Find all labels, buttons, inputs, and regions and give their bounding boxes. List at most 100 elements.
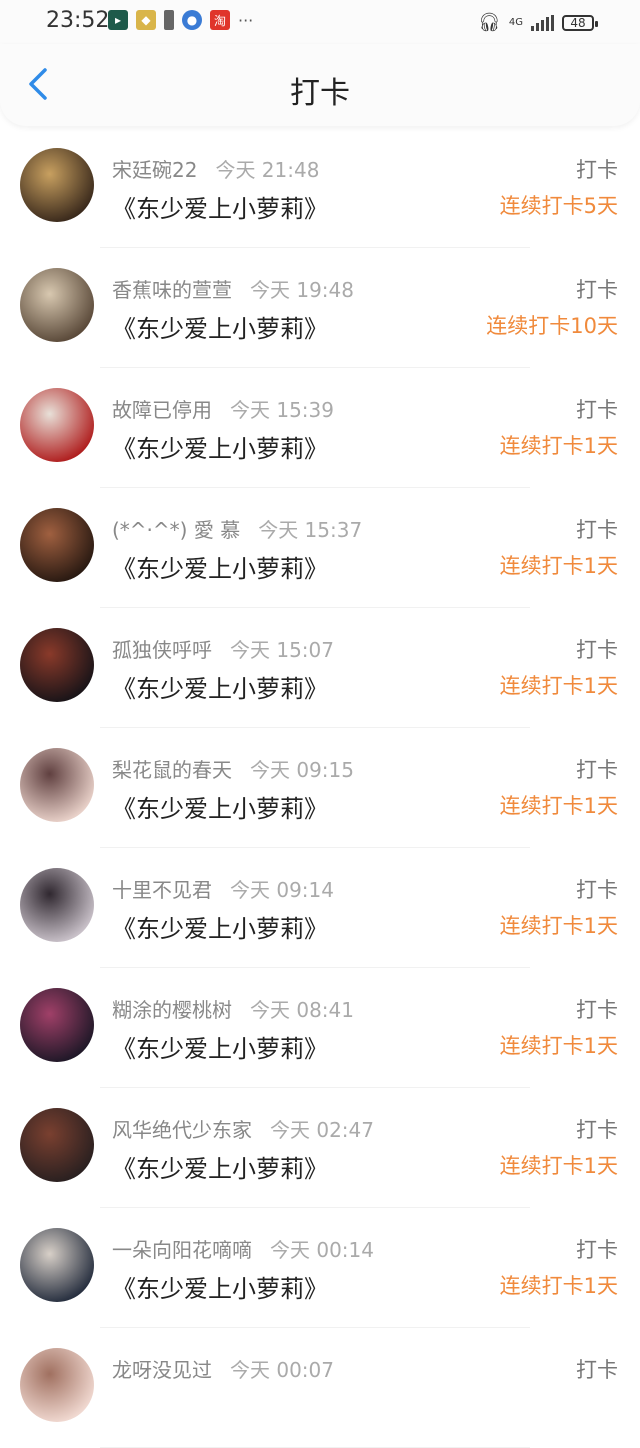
- checkin-item[interactable]: 宋廷碗22 今天 21:48 《东少爱上小萝莉》 打卡 连续打卡5天: [0, 128, 640, 248]
- streak-label: 连续打卡1天: [499, 914, 618, 938]
- battery-level: 48: [570, 15, 586, 30]
- user-avatar[interactable]: [20, 388, 94, 462]
- user-avatar[interactable]: [20, 148, 94, 222]
- user-name[interactable]: 孤独侠呼呼: [112, 638, 212, 662]
- checkin-time: 今天 09:15: [250, 758, 354, 782]
- checkin-item[interactable]: 龙呀没见过 今天 00:07 打卡: [0, 1328, 640, 1448]
- book-title[interactable]: 《东少爱上小萝莉》: [112, 309, 328, 344]
- checkin-list[interactable]: 宋廷碗22 今天 21:48 《东少爱上小萝莉》 打卡 连续打卡5天 香蕉味的萱萱…: [0, 128, 640, 1448]
- checkin-action-label: 打卡: [576, 278, 618, 302]
- user-avatar[interactable]: [20, 268, 94, 342]
- user-meta: 香蕉味的萱萱 今天 19:48: [112, 274, 354, 303]
- browser-icon: ●: [182, 10, 202, 30]
- user-name[interactable]: 十里不见君: [112, 878, 212, 902]
- book-title[interactable]: 《东少爱上小萝莉》: [112, 669, 328, 704]
- book-title[interactable]: 《东少爱上小萝莉》: [112, 789, 328, 824]
- checkin-time: 今天 15:37: [258, 518, 363, 542]
- user-name[interactable]: 故障已停用: [112, 398, 212, 422]
- more-notifications-icon: ···: [238, 10, 254, 30]
- user-name[interactable]: 梨花鼠的春天: [112, 758, 232, 782]
- checkin-action-label: 打卡: [576, 758, 618, 782]
- user-meta: 龙呀没见过 今天 00:07: [112, 1354, 334, 1383]
- streak-label: 连续打卡1天: [499, 794, 618, 818]
- checkin-item[interactable]: 梨花鼠的春天 今天 09:15 《东少爱上小萝莉》 打卡 连续打卡1天: [0, 728, 640, 848]
- checkin-time: 今天 15:07: [230, 638, 334, 662]
- user-avatar[interactable]: [20, 1348, 94, 1422]
- streak-label: 连续打卡1天: [499, 674, 618, 698]
- checkin-action-label: 打卡: [576, 878, 618, 902]
- checkin-action-label: 打卡: [576, 518, 618, 542]
- streak-label: 连续打卡1天: [499, 554, 618, 578]
- user-meta: 风华绝代少东家 今天 02:47: [112, 1114, 374, 1143]
- user-avatar[interactable]: [20, 628, 94, 702]
- checkin-item[interactable]: 十里不见君 今天 09:14 《东少爱上小萝莉》 打卡 连续打卡1天: [0, 848, 640, 968]
- user-name[interactable]: 一朵向阳花嘀嘀: [112, 1238, 252, 1262]
- checkin-item[interactable]: 糊涂的樱桃树 今天 08:41 《东少爱上小萝莉》 打卡 连续打卡1天: [0, 968, 640, 1088]
- user-avatar[interactable]: [20, 508, 94, 582]
- book-title[interactable]: 《东少爱上小萝莉》: [112, 909, 328, 944]
- network-type: 4G: [508, 17, 523, 28]
- user-avatar[interactable]: [20, 748, 94, 822]
- user-name[interactable]: 糊涂的樱桃树: [112, 998, 232, 1022]
- checkin-action-label: 打卡: [576, 1118, 618, 1142]
- user-name[interactable]: (*^·^*) 愛 慕: [112, 518, 240, 542]
- clock: 23:52: [46, 8, 110, 33]
- checkin-time: 今天 02:47: [270, 1118, 374, 1142]
- page-title: 打卡: [290, 76, 350, 111]
- user-meta: 孤独侠呼呼 今天 15:07: [112, 634, 334, 663]
- checkin-item[interactable]: 风华绝代少东家 今天 02:47 《东少爱上小萝莉》 打卡 连续打卡1天: [0, 1088, 640, 1208]
- user-avatar[interactable]: [20, 868, 94, 942]
- book-title[interactable]: 《东少爱上小萝莉》: [112, 189, 328, 224]
- checkin-action-label: 打卡: [576, 1238, 618, 1262]
- streak-label: 连续打卡1天: [499, 1154, 618, 1178]
- streak-label: 连续打卡5天: [499, 194, 618, 218]
- headphone-icon: 🎧︎: [478, 12, 501, 33]
- checkin-item[interactable]: 香蕉味的萱萱 今天 19:48 《东少爱上小萝莉》 打卡 连续打卡10天: [0, 248, 640, 368]
- user-avatar[interactable]: [20, 988, 94, 1062]
- checkin-action-label: 打卡: [576, 1358, 618, 1382]
- checkin-action-label: 打卡: [576, 638, 618, 662]
- app-notification-icon: ▸: [108, 10, 128, 30]
- checkin-time: 今天 09:14: [230, 878, 334, 902]
- user-name[interactable]: 香蕉味的萱萱: [112, 278, 232, 302]
- user-avatar[interactable]: [20, 1108, 94, 1182]
- status-bar: 23:52 ▸ ◆ ● 淘 ··· 🎧︎ 4G 48: [0, 0, 640, 44]
- game-notification-icon: ◆: [136, 10, 156, 30]
- user-name[interactable]: 宋廷碗22: [112, 158, 197, 182]
- user-meta: 十里不见君 今天 09:14: [112, 874, 334, 903]
- streak-label: 连续打卡1天: [499, 1274, 618, 1298]
- book-title[interactable]: 《东少爱上小萝莉》: [112, 549, 328, 584]
- user-meta: 一朵向阳花嘀嘀 今天 00:14: [112, 1234, 374, 1263]
- user-avatar[interactable]: [20, 1228, 94, 1302]
- user-meta: 梨花鼠的春天 今天 09:15: [112, 754, 354, 783]
- user-meta: 糊涂的樱桃树 今天 08:41: [112, 994, 354, 1023]
- checkin-action-label: 打卡: [576, 398, 618, 422]
- checkin-time: 今天 21:48: [215, 158, 320, 182]
- signal-icon: [531, 14, 554, 31]
- battery-icon: 48: [562, 14, 598, 31]
- checkin-item[interactable]: 孤独侠呼呼 今天 15:07 《东少爱上小萝莉》 打卡 连续打卡1天: [0, 608, 640, 728]
- taobao-icon: 淘: [210, 10, 230, 30]
- checkin-time: 今天 00:07: [230, 1358, 334, 1382]
- notification-icons: ▸ ◆ ● 淘 ···: [108, 10, 253, 30]
- checkin-time: 今天 15:39: [230, 398, 334, 422]
- checkin-time: 今天 08:41: [250, 998, 354, 1022]
- user-meta: 故障已停用 今天 15:39: [112, 394, 334, 423]
- user-name[interactable]: 风华绝代少东家: [112, 1118, 252, 1142]
- book-title[interactable]: 《东少爱上小萝莉》: [112, 1149, 328, 1184]
- book-title[interactable]: 《东少爱上小萝莉》: [112, 1269, 328, 1304]
- checkin-time: 今天 19:48: [250, 278, 354, 302]
- user-meta: (*^·^*) 愛 慕今天 15:37: [112, 514, 362, 543]
- streak-label: 连续打卡1天: [499, 1034, 618, 1058]
- book-title[interactable]: 《东少爱上小萝莉》: [112, 1029, 328, 1064]
- checkin-item[interactable]: 一朵向阳花嘀嘀 今天 00:14 《东少爱上小萝莉》 打卡 连续打卡1天: [0, 1208, 640, 1328]
- streak-label: 连续打卡10天: [486, 314, 618, 338]
- user-meta: 宋廷碗22 今天 21:48: [112, 154, 319, 183]
- checkin-item[interactable]: (*^·^*) 愛 慕今天 15:37 《东少爱上小萝莉》 打卡 连续打卡1天: [0, 488, 640, 608]
- streak-label: 连续打卡1天: [499, 434, 618, 458]
- checkin-action-label: 打卡: [576, 998, 618, 1022]
- book-title[interactable]: 《东少爱上小萝莉》: [112, 429, 328, 464]
- checkin-item[interactable]: 故障已停用 今天 15:39 《东少爱上小萝莉》 打卡 连续打卡1天: [0, 368, 640, 488]
- user-name[interactable]: 龙呀没见过: [112, 1358, 212, 1382]
- system-icons: 🎧︎ 4G 48: [478, 12, 598, 33]
